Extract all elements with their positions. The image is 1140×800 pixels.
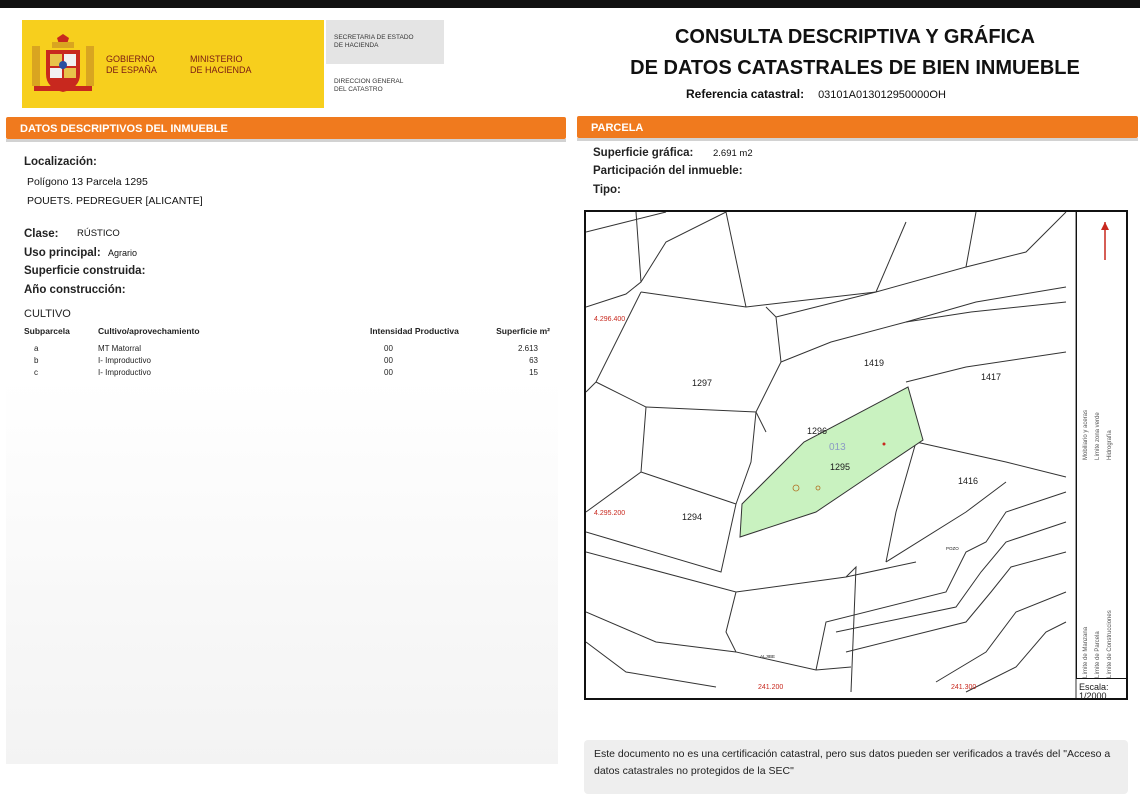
legend-item: Mobiliario y aceras	[1083, 409, 1089, 460]
parcel-map-drawing	[586, 212, 1077, 698]
col-subparcela: Subparcela	[24, 326, 70, 336]
ministerio-text: MINISTERIO DE HACIENDA	[190, 54, 252, 75]
superficie-grafica-label: Superficie gráfica:	[593, 147, 694, 159]
government-logo: GOBIERNO DE ESPAÑA MINISTERIO DE HACIEND…	[22, 20, 324, 108]
parcel-label-1419: 1419	[864, 358, 885, 368]
section-parcela: PARCELA	[577, 116, 1138, 141]
parcel-label-1416: 1416	[958, 476, 979, 486]
north-arrow-icon	[1101, 222, 1109, 260]
legend-item: Límite zona verde	[1095, 412, 1101, 460]
section-datos-descriptivos: DATOS DESCRIPTIVOS DEL INMUEBLE	[6, 117, 566, 142]
localizacion-line1: Polígono 13 Parcela 1295	[27, 176, 148, 188]
legend-item: Límite de Manzana	[1083, 626, 1089, 678]
aljibe-label: ALJIBE	[760, 654, 776, 659]
localizacion-line2: POUETS. PEDREGUER [ALICANTE]	[27, 195, 203, 207]
scale-box: Escala: 1/2000	[1076, 678, 1128, 701]
col-cultivo: Cultivo/aprovechamiento	[98, 326, 200, 336]
clase-label: Clase:	[24, 228, 59, 240]
coord-label-y2: 4.295.200	[594, 510, 626, 517]
coord-label-y1: 4.296.400	[594, 316, 626, 323]
table-header-row: Subparcela Cultivo/aprovechamiento Inten…	[24, 326, 550, 342]
uso-label: Uso principal:	[24, 247, 101, 259]
cultivo-table: Subparcela Cultivo/aprovechamiento Inten…	[24, 326, 550, 378]
clase-value: RÚSTICO	[77, 228, 120, 239]
parcel-label-1294: 1294	[682, 512, 703, 522]
superficie-grafica-value: 2.691 m2	[713, 148, 753, 159]
referencia-catastral: Referencia catastral: 03101A013012950000O…	[686, 87, 946, 101]
coat-of-arms-icon	[32, 34, 94, 92]
participacion-label: Participación del inmueble:	[593, 165, 743, 177]
pozo-label: POZO	[946, 546, 959, 551]
scale-value: 1/2000	[1079, 691, 1107, 701]
coord-label-x1: 241.200	[758, 684, 784, 691]
gobierno-text: GOBIERNO DE ESPAÑA	[106, 54, 157, 75]
legend-item: Límite de Parcela	[1095, 631, 1101, 678]
cultivo-title: CULTIVO	[24, 308, 71, 320]
superficie-construida-label: Superficie construida:	[24, 265, 146, 277]
parcel-label-1296: 1296	[807, 426, 828, 436]
ref-label: Referencia catastral:	[686, 87, 805, 101]
table-row: b I- Improductivo 00 63	[34, 356, 538, 365]
legend-item: Límite de Construcciones	[1107, 610, 1113, 678]
direccion-text: DIRECCION GENERAL DEL CATASTRO	[334, 78, 404, 93]
tipo-label: Tipo:	[593, 184, 621, 196]
coord-label-x2: 241.300	[951, 684, 977, 691]
ref-value: 03101A013012950000OH	[818, 89, 946, 101]
cadastral-map: 1297 1419 1417 1296 1295 1416 1294 013 4…	[584, 210, 1128, 700]
table-row: c I- Improductivo 00 15	[34, 368, 538, 377]
parcel-label-1417: 1417	[981, 372, 1002, 382]
parcel-label-1295: 1295	[830, 462, 851, 472]
document-title: CONSULTA DESCRIPTIVA Y GRÁFICA DE DATOS …	[630, 26, 1080, 79]
localizacion-label: Localización:	[24, 156, 97, 168]
map-legend: Límite de Manzana Límite de Parcela Lími…	[1076, 210, 1129, 678]
parcel-label-1297: 1297	[692, 378, 713, 388]
anio-construccion-label: Año construcción:	[24, 284, 126, 296]
zone-label: 013	[829, 442, 846, 453]
disclaimer-note: Este documento no es una certificación c…	[584, 740, 1128, 794]
uso-value: Agrario	[108, 248, 138, 258]
table-row: a MT Matorral 00 2.613	[34, 344, 538, 353]
col-superficie: Superficie m²	[496, 326, 550, 336]
top-border	[0, 0, 1140, 8]
col-intensidad: Intensidad Productiva	[370, 326, 459, 336]
legend-item: Hidrografía	[1107, 430, 1113, 460]
secretaria-text: SECRETARIA DE ESTADO DE HACIENDA	[334, 34, 414, 49]
